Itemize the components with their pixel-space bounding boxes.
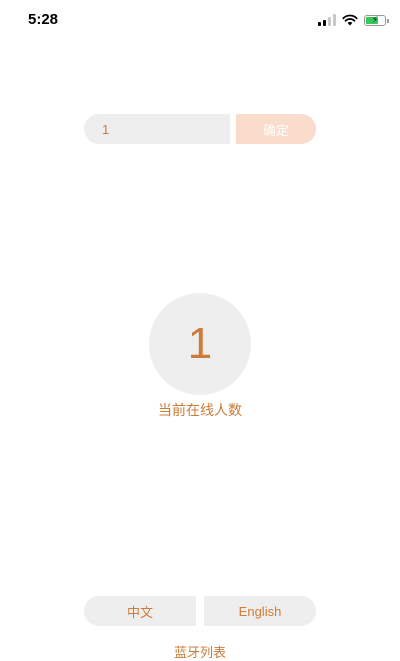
status-bar: 5:28 ⚡: [0, 0, 400, 40]
status-time: 5:28: [28, 11, 59, 28]
online-count-value: 1: [187, 319, 213, 368]
language-switcher: 中文 English: [84, 596, 316, 626]
language-chinese-button[interactable]: 中文: [84, 596, 196, 626]
online-count-label: 当前在线人数: [158, 403, 242, 419]
status-icons: ⚡: [318, 12, 389, 28]
charging-bolt-icon: ⚡: [371, 14, 379, 25]
battery-charging-icon: ⚡: [364, 14, 389, 26]
count-input[interactable]: [84, 114, 230, 144]
cellular-signal-icon: [318, 14, 336, 26]
wifi-icon: [342, 14, 358, 26]
confirm-button[interactable]: 确定: [236, 114, 316, 144]
online-count-circle: 1: [149, 293, 251, 395]
count-input-row: 确定: [84, 114, 316, 144]
bluetooth-list-link[interactable]: 蓝牙列表: [0, 642, 400, 661]
language-english-button[interactable]: English: [204, 596, 316, 626]
